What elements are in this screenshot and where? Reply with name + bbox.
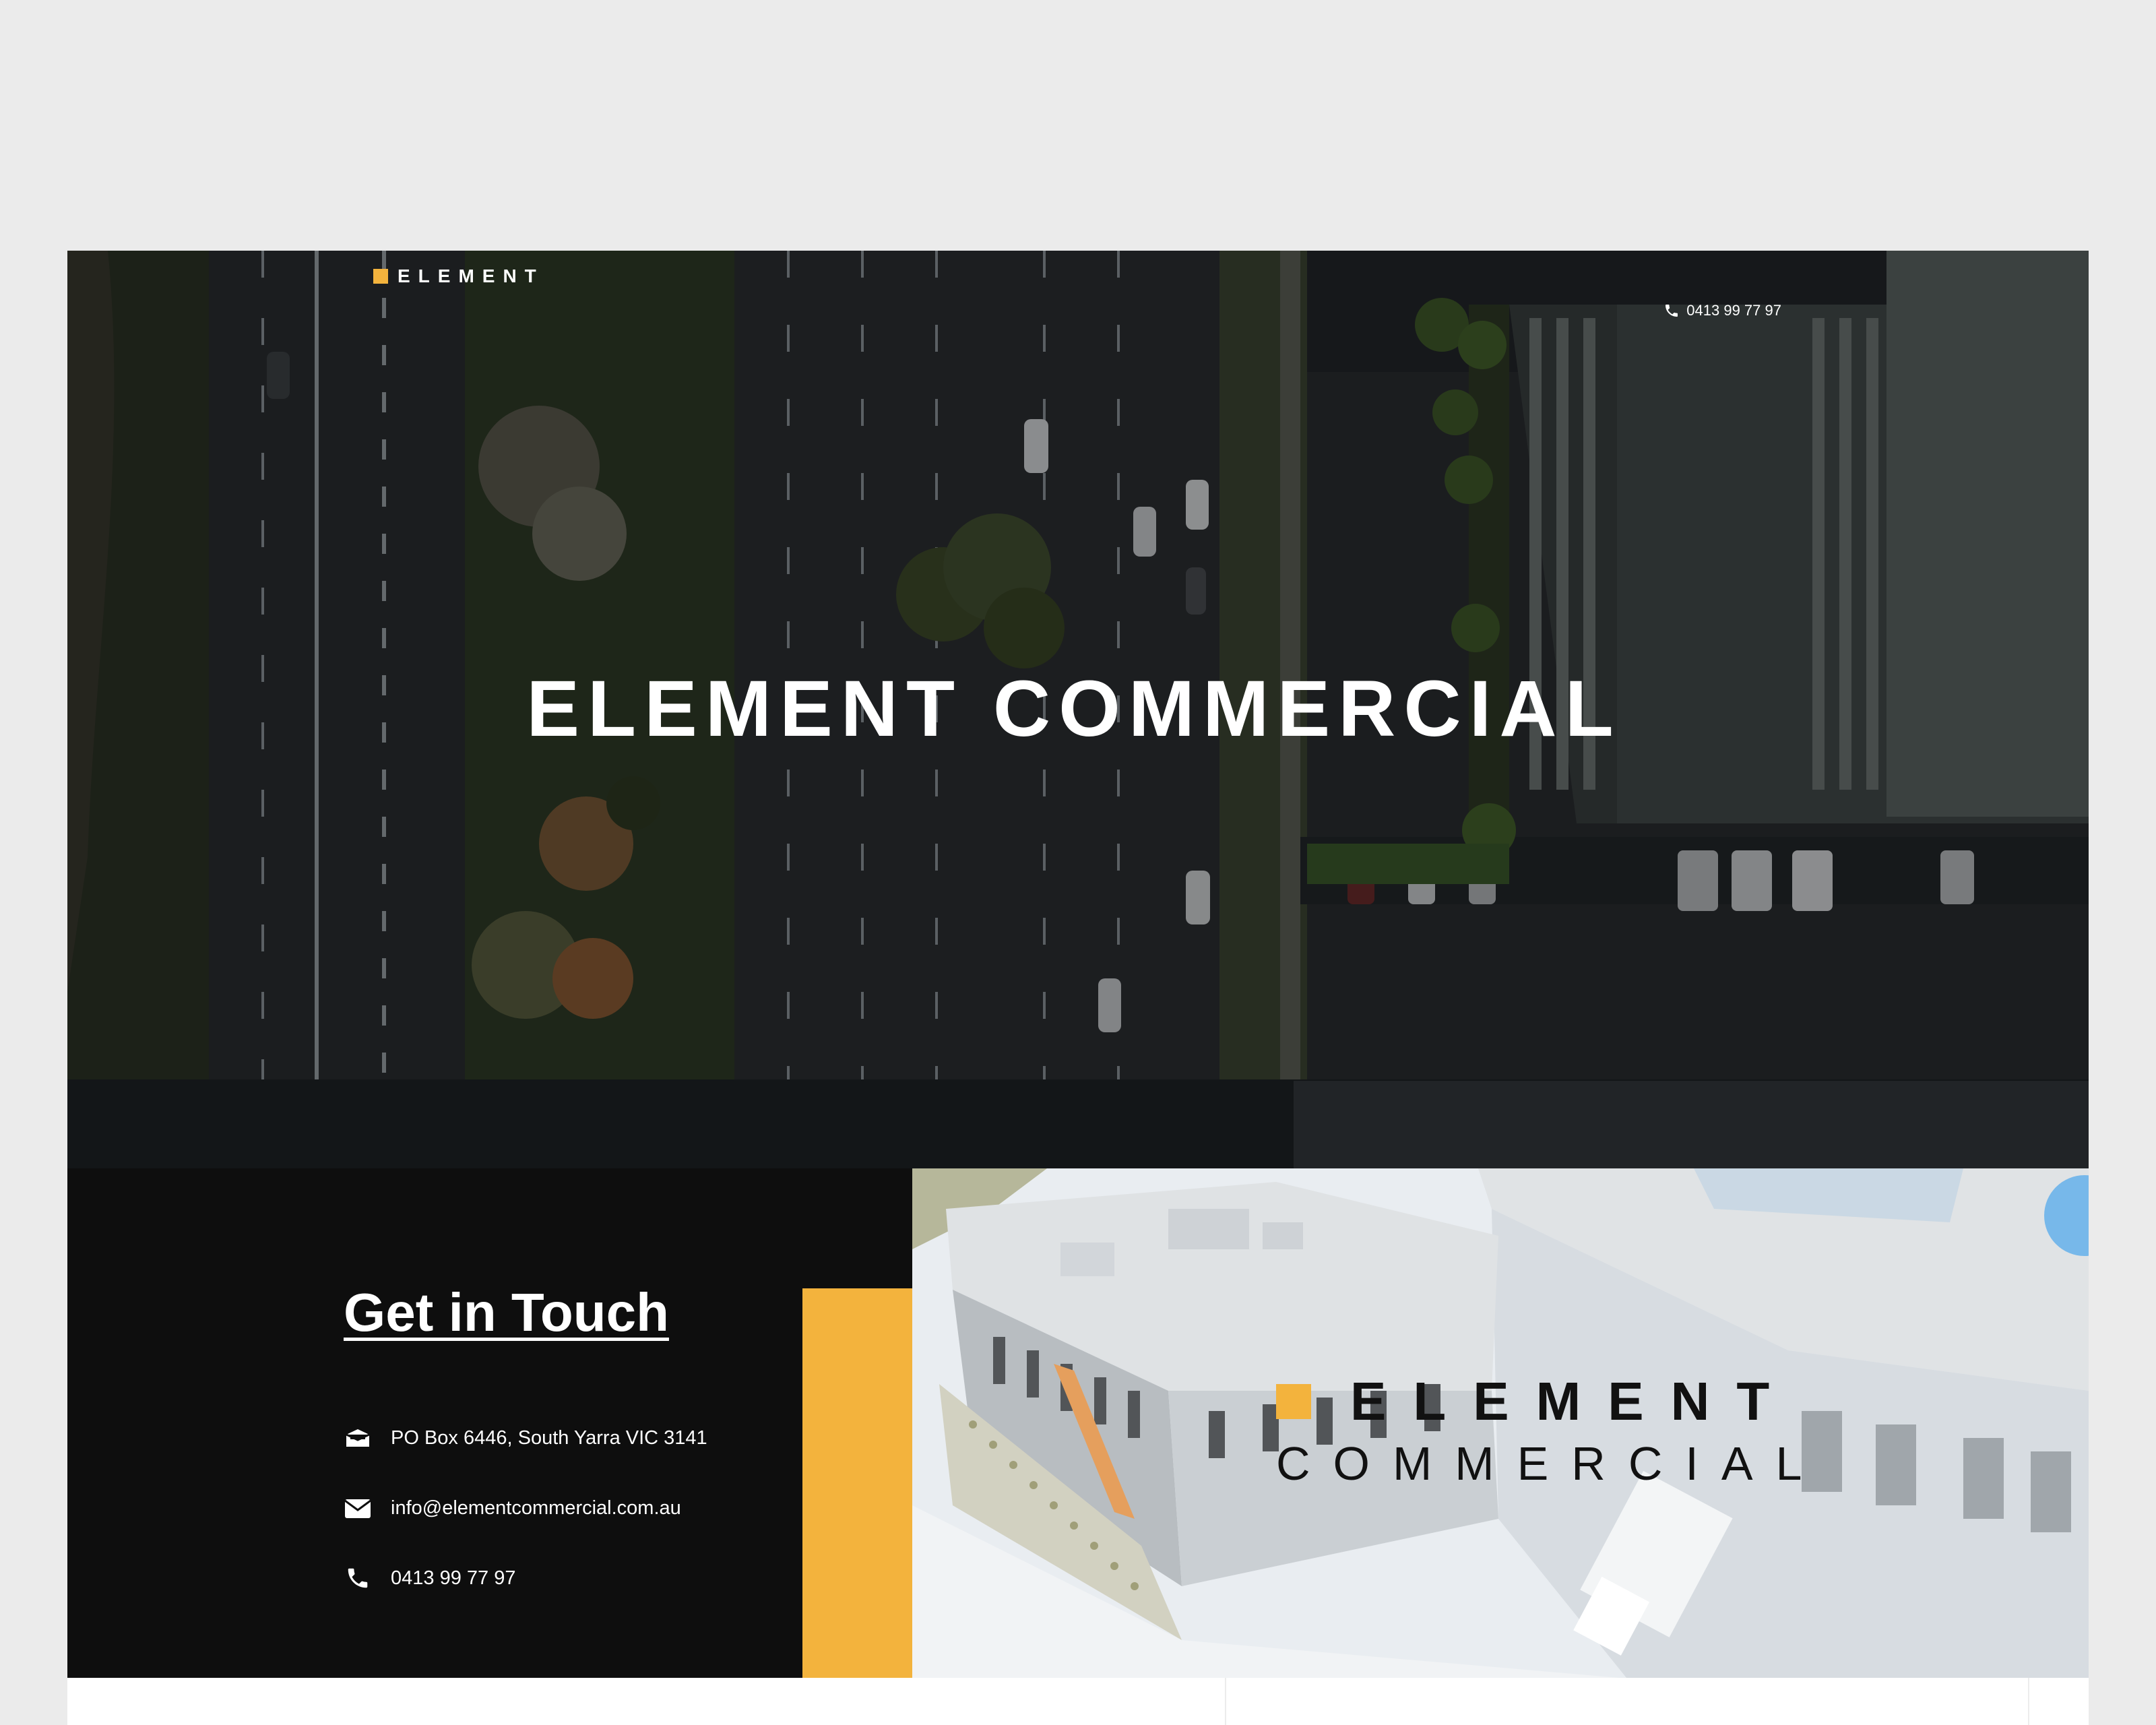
logo-subtitle: COMMERCIAL xyxy=(1276,1437,1825,1490)
envelope-icon xyxy=(344,1495,373,1522)
brand-logo[interactable]: ELEMENT xyxy=(373,265,544,287)
site-frame: ELEMENT 0413 99 77 97 ELEMENT COMMERCIAL… xyxy=(67,251,2089,1725)
logo-mark-row: ELEMENT xyxy=(1276,1371,1825,1433)
contact-item-phone[interactable]: 0413 99 77 97 xyxy=(344,1543,707,1613)
building-image-panel: ELEMENT COMMERCIAL xyxy=(912,1168,2089,1678)
card-divider xyxy=(1225,1678,1226,1725)
contact-list: PO Box 6446, South Yarra VIC 3141 info@e… xyxy=(344,1403,707,1613)
phone-icon xyxy=(344,1565,373,1592)
contact-address-text: PO Box 6446, South Yarra VIC 3141 xyxy=(391,1426,707,1449)
contact-item-address: PO Box 6446, South Yarra VIC 3141 xyxy=(344,1403,707,1473)
brand-square-mark xyxy=(373,269,388,284)
bottom-cards-section xyxy=(67,1678,2089,1725)
header-phone-link[interactable]: 0413 99 77 97 xyxy=(1663,302,1781,319)
contact-email-link[interactable]: info@elementcommercial.com.au xyxy=(391,1497,681,1519)
hero-title: ELEMENT COMMERCIAL xyxy=(526,664,1622,753)
card-divider xyxy=(2028,1678,2029,1725)
accent-bar xyxy=(802,1288,912,1678)
contact-phone-link[interactable]: 0413 99 77 97 xyxy=(391,1567,515,1590)
contact-title: Get in Touch xyxy=(344,1282,669,1342)
hero-section: ELEMENT 0413 99 77 97 ELEMENT COMMERCIAL xyxy=(67,251,2089,1168)
contact-item-email[interactable]: info@elementcommercial.com.au xyxy=(344,1473,707,1543)
mailbox-icon xyxy=(344,1424,373,1451)
brand-name: ELEMENT xyxy=(398,265,544,286)
logo-square-mark xyxy=(1276,1384,1311,1419)
element-commercial-logo: ELEMENT COMMERCIAL xyxy=(1276,1371,1825,1491)
logo-word: ELEMENT xyxy=(1350,1371,1797,1431)
phone-icon xyxy=(1666,305,1678,317)
contact-section: Get in Touch PO Box 6446, South Yarra VI… xyxy=(67,1168,912,1678)
header-phone-text: 0413 99 77 97 xyxy=(1686,302,1781,319)
